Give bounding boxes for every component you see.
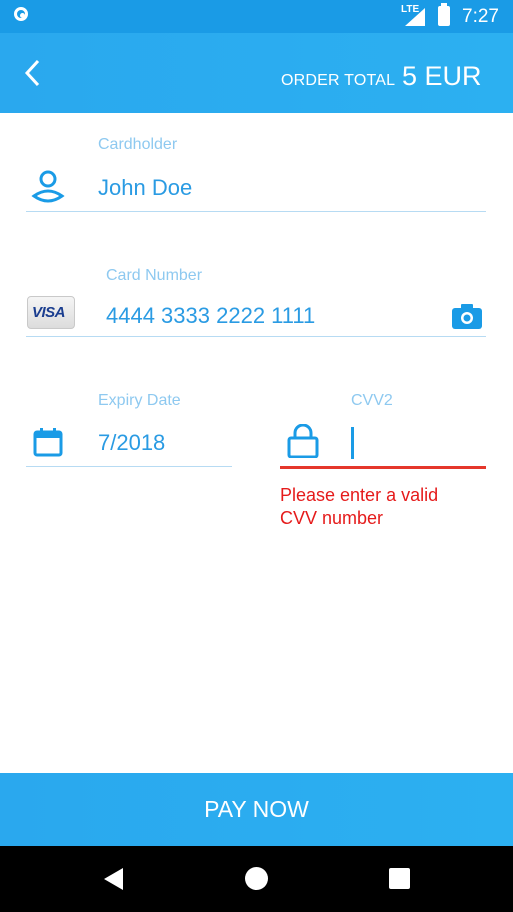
expiry-label: Expiry Date [98, 392, 181, 409]
lock-icon [287, 423, 319, 463]
expiry-input[interactable]: 7/2018 [98, 430, 165, 456]
calendar-icon [33, 427, 63, 462]
nav-recents-icon[interactable] [389, 868, 410, 889]
expiry-underline [26, 466, 232, 467]
cvv-error-underline [280, 466, 486, 469]
card-number-underline [26, 336, 486, 337]
cardholder-underline [26, 211, 486, 212]
battery-icon [438, 3, 450, 26]
card-brand: VISA [32, 304, 66, 321]
user-icon [31, 168, 65, 209]
camera-icon[interactable] [451, 302, 483, 335]
status-time: 7:27 [462, 6, 499, 27]
visa-card-icon: VISA [27, 296, 75, 329]
nav-home-icon[interactable] [245, 867, 268, 890]
back-arrow-icon [24, 59, 40, 87]
card-number-input[interactable]: 4444 3333 2222 1111 [106, 303, 315, 329]
cvv-input[interactable] [350, 427, 484, 461]
notification-icon [14, 7, 28, 21]
cvv-error-message: Please enter a valid CVV number [280, 485, 439, 528]
card-number-label: Card Number [106, 267, 203, 284]
pay-now-button[interactable]: PAY NOW [0, 773, 513, 846]
back-button[interactable] [18, 55, 58, 91]
text-cursor [351, 427, 354, 459]
order-total-value: 5 EUR [402, 61, 482, 91]
nav-back-icon[interactable] [104, 868, 123, 890]
cvv-label: CVV2 [351, 392, 393, 409]
status-bar: LTE 7:27 [0, 0, 513, 33]
order-total-label: ORDER TOTAL [281, 72, 396, 89]
header: ORDER TOTAL 5 EUR [0, 33, 513, 113]
cardholder-label: Cardholder [98, 136, 178, 153]
signal-icon [405, 8, 425, 26]
cardholder-input[interactable]: John Doe [98, 175, 192, 201]
